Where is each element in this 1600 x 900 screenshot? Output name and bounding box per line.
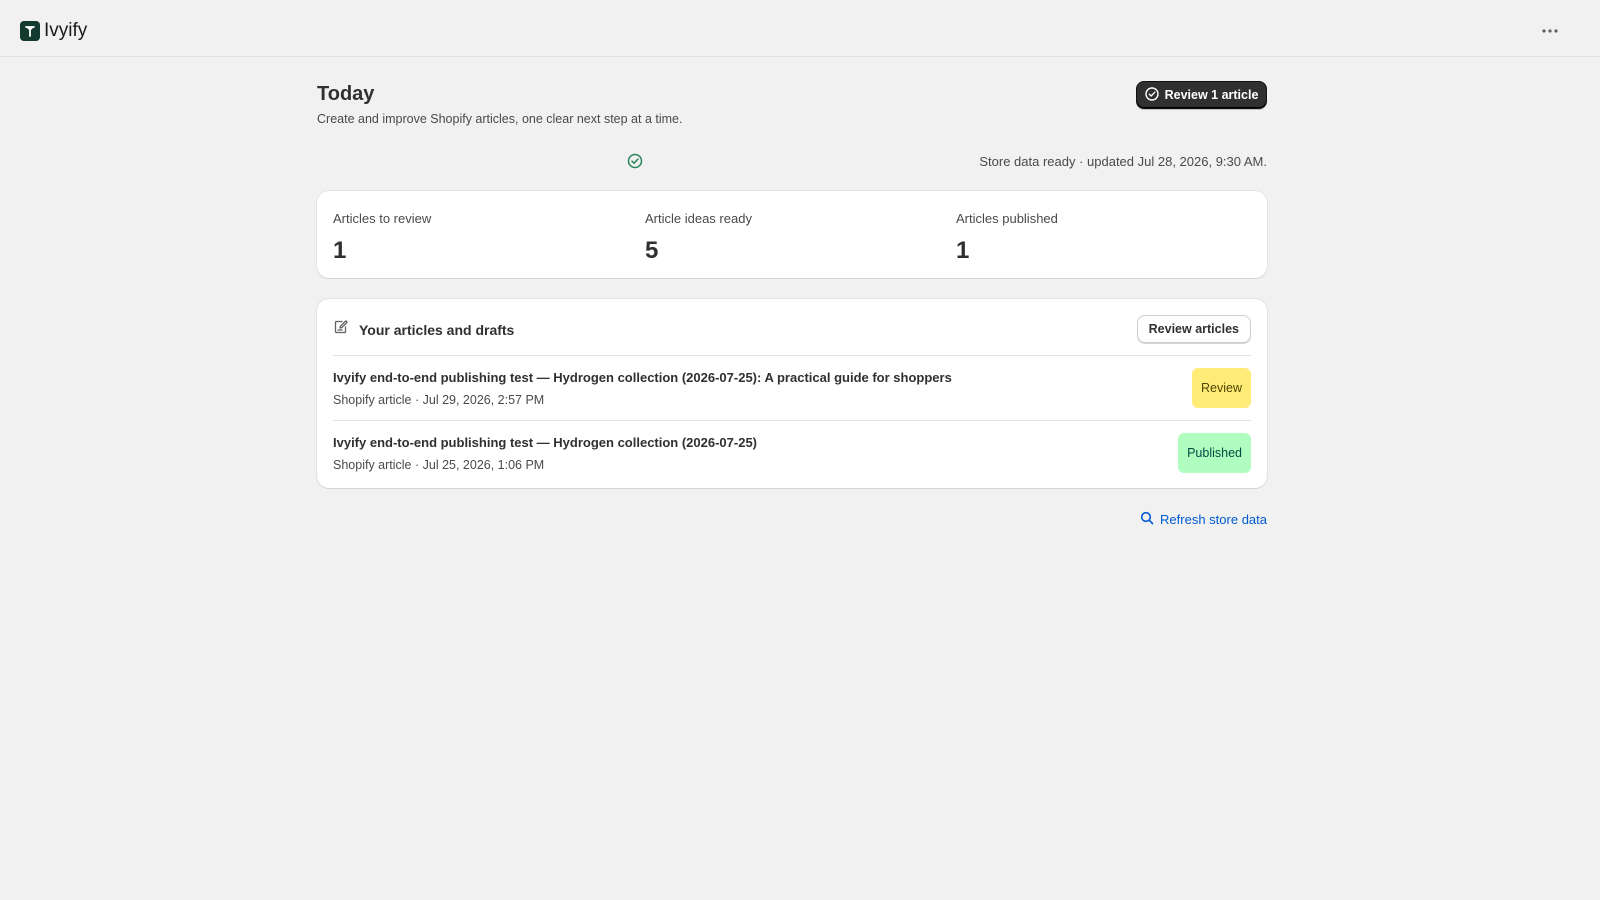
article-meta: Shopify article · Jul 25, 2026, 1:06 PM bbox=[333, 458, 545, 472]
more-actions-button[interactable] bbox=[1533, 18, 1567, 42]
page-subtitle: Create and improve Shopify articles, one… bbox=[317, 112, 683, 126]
stat-label: Articles to review bbox=[333, 211, 432, 226]
stat-articles-to-review: Articles to review 1 bbox=[333, 211, 431, 265]
check-circle-icon bbox=[1144, 86, 1159, 104]
page-title: Today bbox=[317, 83, 375, 105]
article-title: Ivyify end-to-end publishing test — Hydr… bbox=[333, 435, 758, 450]
check-circle-icon bbox=[627, 153, 643, 169]
edit-document-icon bbox=[333, 319, 349, 340]
review-article-button-label: Review 1 article bbox=[1164, 88, 1259, 102]
stat-label: Articles published bbox=[956, 211, 1058, 226]
list-item[interactable]: Ivyify end-to-end publishing test — Hydr… bbox=[333, 421, 1251, 485]
review-articles-button[interactable]: Review articles bbox=[1136, 315, 1251, 343]
stat-value: 1 bbox=[956, 237, 970, 264]
refresh-store-data-link[interactable]: Refresh store data bbox=[1140, 511, 1267, 528]
search-icon bbox=[1140, 511, 1154, 528]
ivyify-logo-icon bbox=[20, 21, 40, 41]
stat-value: 1 bbox=[333, 237, 347, 264]
stat-value: 5 bbox=[645, 237, 659, 264]
store-status-text: Store data ready · updated Jul 28, 2026,… bbox=[979, 154, 1267, 169]
app-logo[interactable]: Ivyify bbox=[20, 20, 87, 42]
stat-articles-published: Articles published 1 bbox=[956, 211, 1058, 265]
status-badge: Published bbox=[1178, 433, 1251, 473]
refresh-store-data-label: Refresh store data bbox=[1160, 512, 1267, 527]
articles-card-title: Your articles and drafts bbox=[359, 321, 515, 338]
articles-card-header: Your articles and drafts bbox=[333, 319, 514, 340]
app-name: Ivyify bbox=[44, 20, 88, 41]
article-meta: Shopify article · Jul 29, 2026, 2:57 PM bbox=[333, 393, 545, 407]
status-badge: Review bbox=[1192, 368, 1251, 408]
top-bar: Ivyify bbox=[0, 0, 1600, 57]
review-article-button[interactable]: Review 1 article bbox=[1136, 81, 1267, 109]
list-item[interactable]: Ivyify end-to-end publishing test — Hydr… bbox=[333, 356, 1251, 420]
ellipsis-horizontal-icon bbox=[1541, 21, 1559, 39]
stat-article-ideas-ready: Article ideas ready 5 bbox=[645, 211, 752, 265]
articles-card: Your articles and drafts Review articles… bbox=[317, 299, 1267, 488]
article-title: Ivyify end-to-end publishing test — Hydr… bbox=[333, 370, 952, 385]
stats-card: Articles to review 1 Article ideas ready… bbox=[317, 191, 1267, 278]
stat-label: Article ideas ready bbox=[645, 211, 752, 226]
